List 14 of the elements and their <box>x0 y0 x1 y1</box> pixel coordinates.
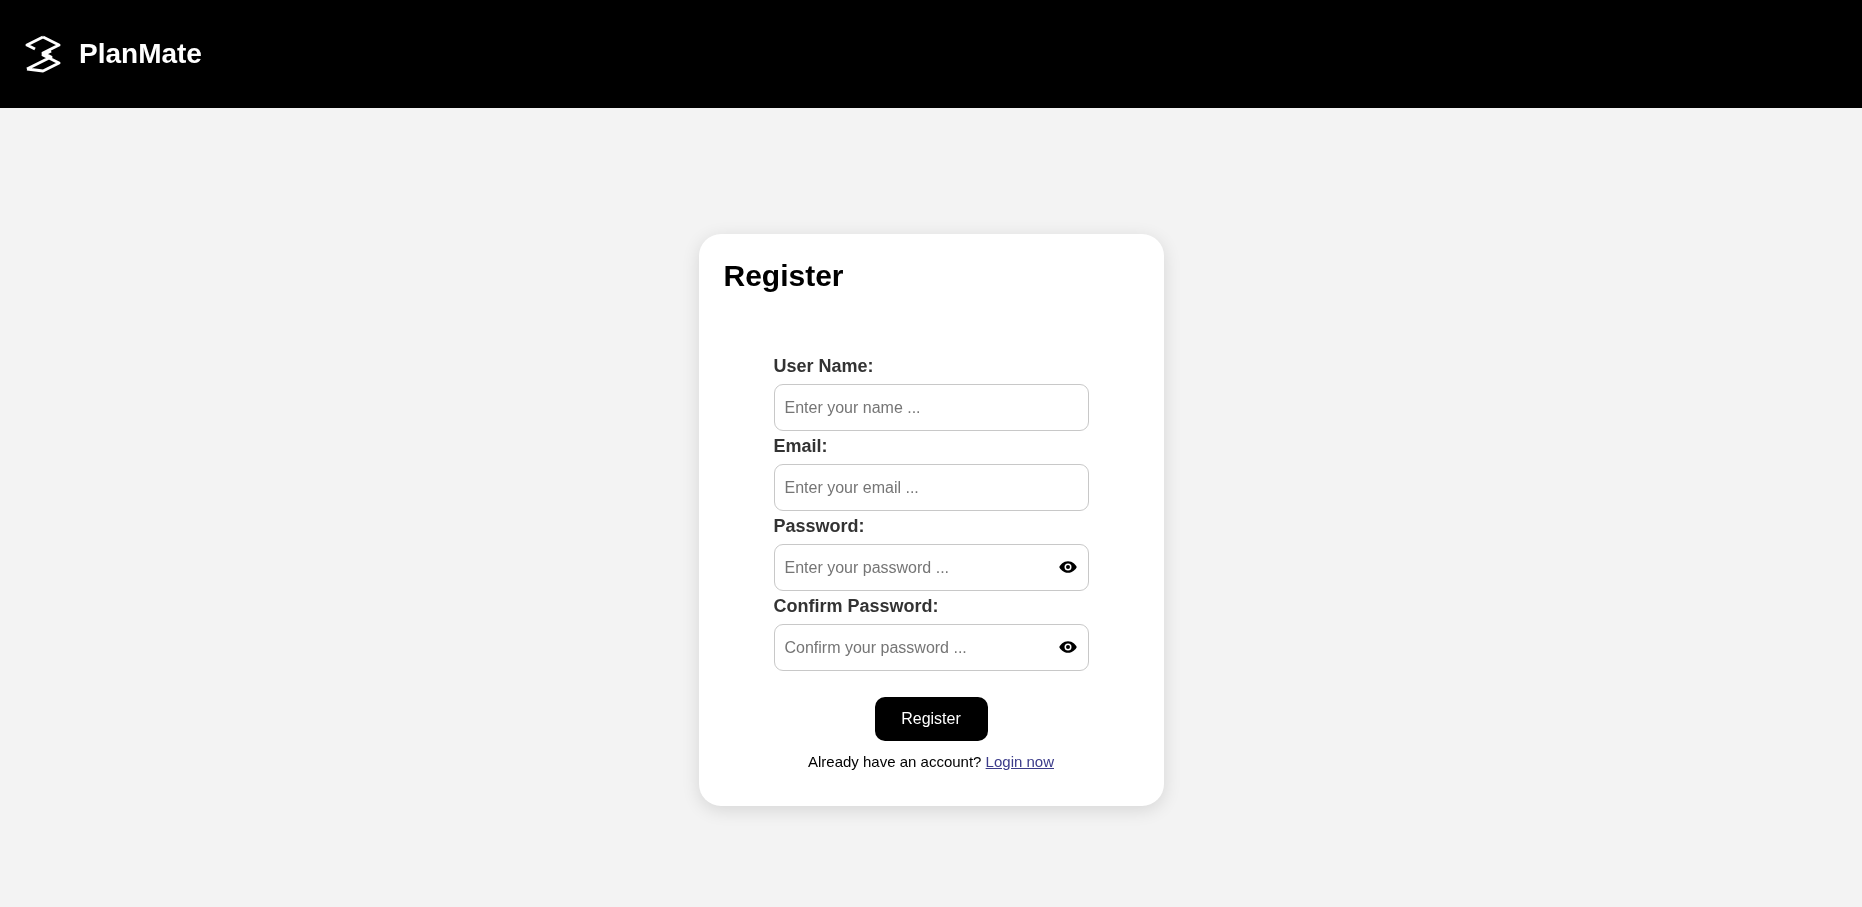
field-label: Password: <box>773 516 866 537</box>
account-prompt: Already have an account? <box>808 753 982 770</box>
input-field[interactable]: Enter your email ... <box>773 464 1089 511</box>
form-title: Register <box>723 258 845 294</box>
input-field[interactable]: Enter your name ... <box>773 384 1089 431</box>
logo-icon <box>23 34 63 74</box>
login-link[interactable]: Login now <box>985 753 1054 770</box>
password-field[interactable]: Enter your password ... <box>773 544 1089 591</box>
brand-name[interactable]: PlanMate <box>79 38 202 70</box>
field-label: User Name: <box>773 356 875 377</box>
field-label: Email: <box>773 436 829 457</box>
field-label: Confirm Password: <box>773 596 940 617</box>
password-field[interactable]: Confirm your password ... <box>773 624 1089 671</box>
register-button[interactable]: Register <box>874 697 988 741</box>
